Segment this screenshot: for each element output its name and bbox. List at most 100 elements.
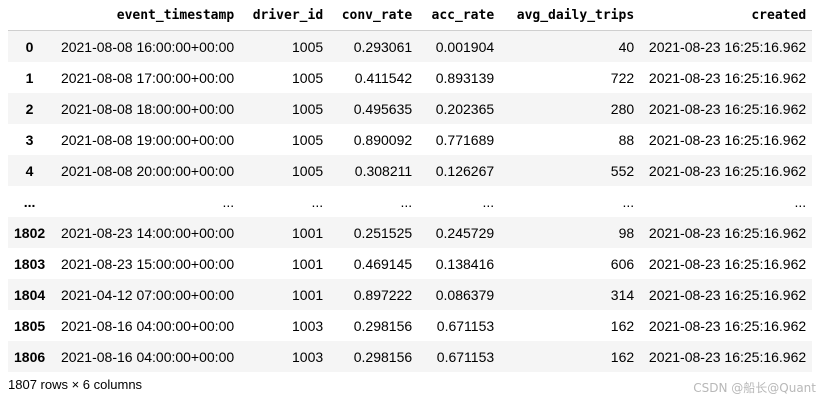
row-index: 1803 bbox=[14, 255, 46, 272]
cell-driver-id: 1001 bbox=[292, 255, 324, 272]
table-row: 1805 2021-08-16 04:00:00+00:00 1003 0.29815… bbox=[8, 310, 813, 341]
dataframe-output: event_timestamp driver_id conv_rate acc_… bbox=[8, 0, 813, 372]
cell-driver-id: 1001 bbox=[292, 286, 324, 303]
cell-created: 2021-08-23 16:25:16.962 bbox=[648, 255, 807, 272]
cell-acc-rate: 0.671153 bbox=[436, 348, 495, 365]
cell-created: 2021-08-23 16:25:16.962 bbox=[648, 131, 807, 148]
cell-event-timestamp: ... bbox=[222, 193, 235, 210]
cell-avg-daily-trips: 40 bbox=[618, 38, 635, 55]
cell-avg-daily-trips: 280 bbox=[610, 100, 635, 117]
table-header: event_timestamp driver_id conv_rate acc_… bbox=[8, 0, 813, 31]
header-acc-rate: acc_rate bbox=[418, 0, 501, 31]
cell-created: 2021-08-23 16:25:16.962 bbox=[648, 286, 807, 303]
row-index: 3 bbox=[25, 131, 34, 148]
table-row: 1806 2021-08-16 04:00:00+00:00 1003 0.29815… bbox=[8, 341, 813, 372]
row-index: 1 bbox=[25, 69, 34, 86]
cell-event-timestamp: 2021-08-08 19:00:00+00:00 bbox=[60, 131, 235, 148]
dataframe-table: event_timestamp driver_id conv_rate acc_… bbox=[8, 0, 813, 372]
cell-acc-rate: 0.138416 bbox=[435, 255, 495, 272]
cell-driver-id: 1003 bbox=[292, 348, 324, 365]
cell-conv-rate: 0.293061 bbox=[353, 38, 413, 55]
cell-driver-id: 1005 bbox=[292, 38, 324, 55]
cell-conv-rate: 0.469145 bbox=[353, 255, 413, 272]
row-index: 1806 bbox=[14, 348, 46, 365]
cell-event-timestamp: 2021-08-08 17:00:00+00:00 bbox=[60, 69, 235, 86]
cell-acc-rate: ... bbox=[482, 193, 495, 210]
table-row: 3 2021-08-08 19:00:00+00:00 1005 0.890092 0.… bbox=[8, 124, 813, 155]
cell-event-timestamp: 2021-08-16 04:00:00+00:00 bbox=[60, 348, 235, 365]
cell-driver-id: 1005 bbox=[292, 100, 324, 117]
table-row: 4 2021-08-08 20:00:00+00:00 1005 0.308211 0.… bbox=[8, 155, 813, 186]
cell-avg-daily-trips: ... bbox=[622, 193, 635, 210]
table-row: ..................... bbox=[8, 186, 813, 217]
cell-driver-id: ... bbox=[311, 193, 324, 210]
cell-avg-daily-trips: 606 bbox=[610, 255, 635, 272]
cell-acc-rate: 0.893139 bbox=[435, 69, 495, 86]
dataframe-shape: 1807 rows × 6 columns bbox=[8, 377, 143, 392]
cell-conv-rate: 0.298156 bbox=[353, 348, 413, 365]
cell-event-timestamp: 2021-08-08 20:00:00+00:00 bbox=[60, 162, 235, 179]
row-index: 2 bbox=[25, 100, 34, 117]
row-index: 1805 bbox=[14, 317, 46, 334]
cell-acc-rate: 0.671153 bbox=[436, 317, 495, 334]
cell-created: 2021-08-23 16:25:16.962 bbox=[648, 348, 807, 365]
cell-conv-rate: 0.411542 bbox=[354, 69, 413, 86]
cell-acc-rate: 0.245729 bbox=[435, 224, 495, 241]
cell-driver-id: 1001 bbox=[292, 224, 324, 241]
cell-conv-rate: 0.308211 bbox=[354, 162, 413, 179]
cell-event-timestamp: 2021-08-23 14:00:00+00:00 bbox=[60, 224, 235, 241]
header-driver-id: driver_id bbox=[240, 0, 330, 31]
row-index: ... bbox=[23, 193, 36, 210]
cell-avg-daily-trips: 552 bbox=[610, 162, 635, 179]
cell-acc-rate: 0.086379 bbox=[435, 286, 495, 303]
cell-event-timestamp: 2021-04-12 07:00:00+00:00 bbox=[60, 286, 235, 303]
cell-event-timestamp: 2021-08-16 04:00:00+00:00 bbox=[60, 317, 235, 334]
cell-avg-daily-trips: 88 bbox=[618, 131, 635, 148]
cell-created: 2021-08-23 16:25:16.962 bbox=[648, 317, 807, 334]
cell-avg-daily-trips: 314 bbox=[610, 286, 635, 303]
cell-conv-rate: 0.897222 bbox=[353, 286, 413, 303]
table-row: 1802 2021-08-23 14:00:00+00:00 1001 0.25152… bbox=[8, 217, 813, 248]
cell-created: ... bbox=[794, 193, 807, 210]
cell-driver-id: 1005 bbox=[292, 131, 324, 148]
cell-created: 2021-08-23 16:25:16.962 bbox=[648, 100, 807, 117]
cell-avg-daily-trips: 722 bbox=[610, 69, 635, 86]
cell-created: 2021-08-23 16:25:16.962 bbox=[648, 69, 807, 86]
cell-event-timestamp: 2021-08-08 18:00:00+00:00 bbox=[60, 100, 235, 117]
cell-conv-rate: 0.251525 bbox=[353, 224, 413, 241]
table-row: 1804 2021-04-12 07:00:00+00:00 1001 0.89722… bbox=[8, 279, 813, 310]
watermark: CSDN @船长@Quant bbox=[693, 381, 816, 395]
cell-acc-rate: 0.001904 bbox=[435, 38, 495, 55]
cell-created: 2021-08-23 16:25:16.962 bbox=[648, 162, 807, 179]
table-row: 0 2021-08-08 16:00:00+00:00 1005 0.293061 0.… bbox=[8, 30, 813, 62]
table-body: 0 2021-08-08 16:00:00+00:00 1005 0.293061 0.… bbox=[8, 30, 813, 372]
cell-conv-rate: 0.298156 bbox=[353, 317, 413, 334]
cell-conv-rate: 0.890092 bbox=[353, 131, 413, 148]
cell-acc-rate: 0.126267 bbox=[435, 162, 495, 179]
cell-conv-rate: ... bbox=[400, 193, 413, 210]
row-index: 0 bbox=[25, 38, 34, 55]
table-row: 1803 2021-08-23 15:00:00+00:00 1001 0.46914… bbox=[8, 248, 813, 279]
table-row: 1 2021-08-08 17:00:00+00:00 1005 0.411542 0.… bbox=[8, 62, 813, 93]
cell-event-timestamp: 2021-08-23 15:00:00+00:00 bbox=[60, 255, 235, 272]
header-created: created bbox=[640, 0, 813, 31]
row-index: 4 bbox=[25, 162, 34, 179]
cell-event-timestamp: 2021-08-08 16:00:00+00:00 bbox=[60, 38, 235, 55]
row-index: 1804 bbox=[14, 286, 46, 303]
header-conv-rate: conv_rate bbox=[329, 0, 419, 31]
row-index: 1802 bbox=[14, 224, 46, 241]
cell-conv-rate: 0.495635 bbox=[353, 100, 413, 117]
cell-created: 2021-08-23 16:25:16.962 bbox=[648, 224, 807, 241]
cell-driver-id: 1005 bbox=[292, 69, 324, 86]
cell-created: 2021-08-23 16:25:16.962 bbox=[648, 38, 807, 55]
header-row: event_timestamp driver_id conv_rate acc_… bbox=[8, 0, 813, 31]
cell-driver-id: 1005 bbox=[292, 162, 324, 179]
table-row: 2 2021-08-08 18:00:00+00:00 1005 0.495635 0.… bbox=[8, 93, 813, 124]
header-avg-daily-trips: avg_daily_trips bbox=[500, 0, 641, 31]
cell-acc-rate: 0.202365 bbox=[435, 100, 495, 117]
cell-acc-rate: 0.771689 bbox=[435, 131, 495, 148]
cell-driver-id: 1003 bbox=[292, 317, 324, 334]
header-index bbox=[8, 0, 52, 31]
cell-avg-daily-trips: 98 bbox=[618, 224, 635, 241]
header-event-timestamp: event_timestamp bbox=[51, 0, 241, 31]
